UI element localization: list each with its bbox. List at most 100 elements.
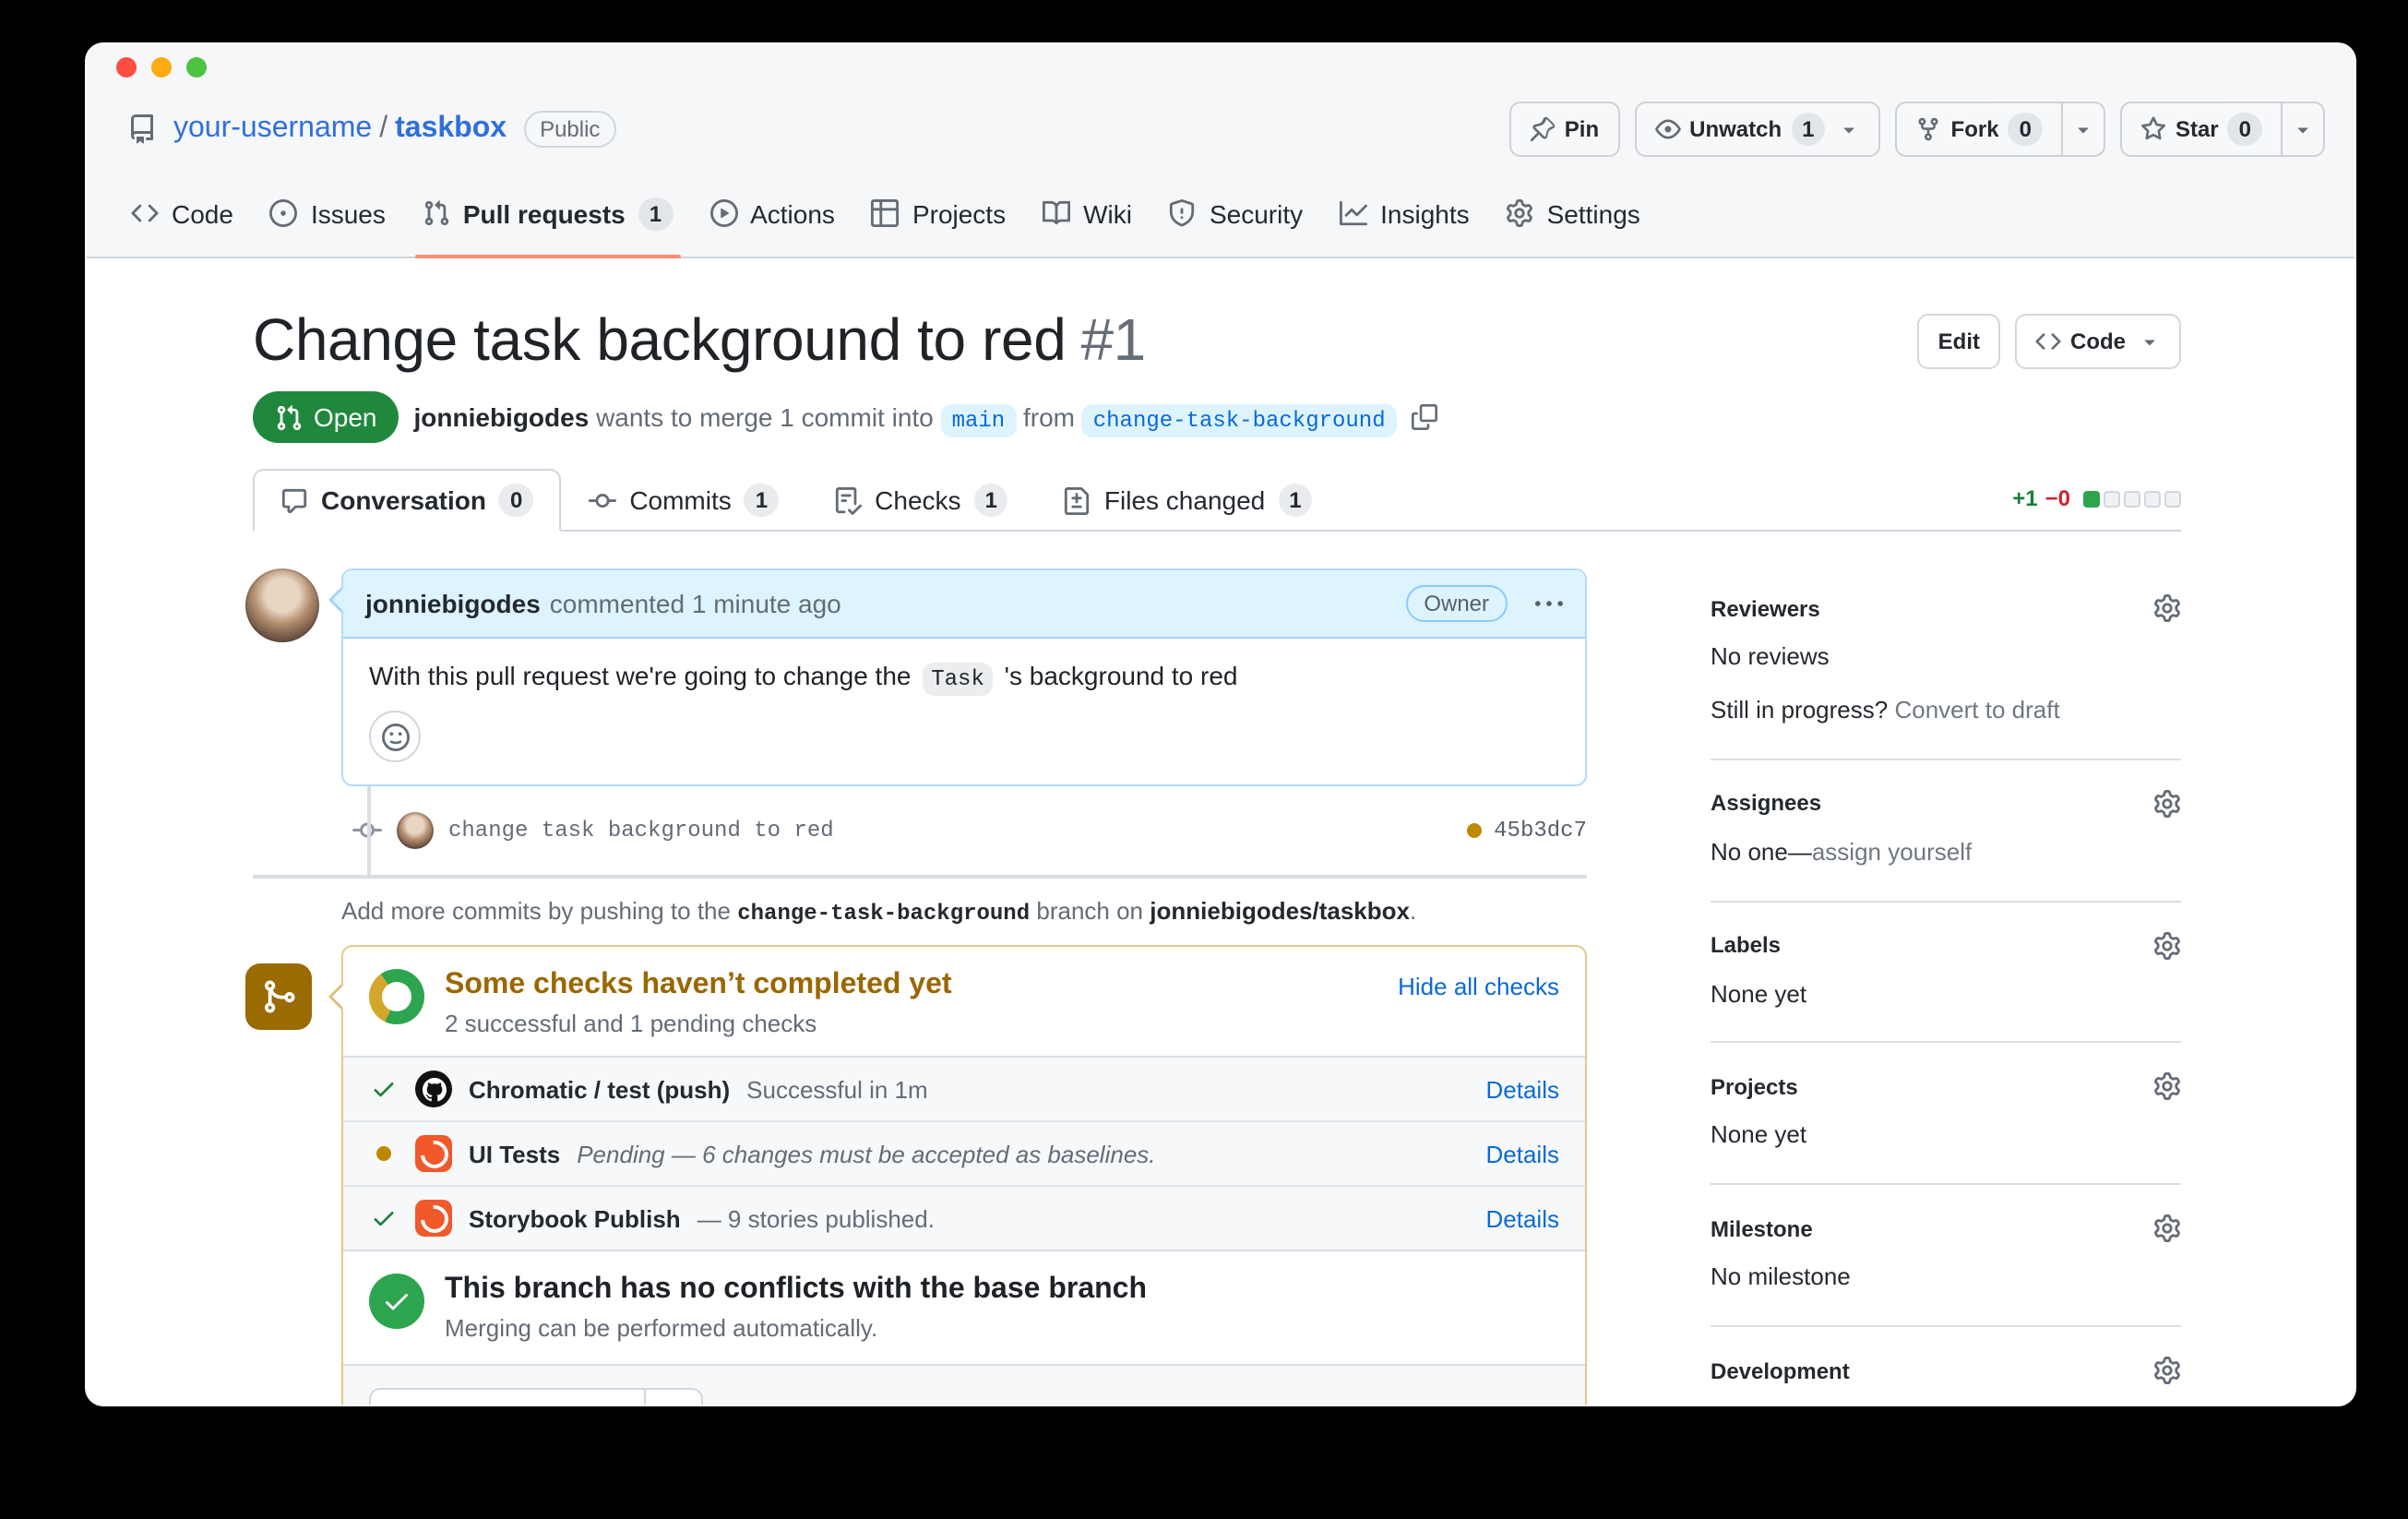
from-word: from xyxy=(1022,401,1075,431)
nav-item-projects[interactable]: Projects xyxy=(853,170,1024,257)
book-icon xyxy=(1043,199,1070,227)
tab-files-changed[interactable]: Files changed 1 xyxy=(1036,469,1341,532)
chevron-down-icon xyxy=(2139,330,2161,353)
window-zoom-button[interactable] xyxy=(186,56,207,77)
nav-item-pull-requests[interactable]: Pull requests 1 xyxy=(404,170,691,258)
nav-item-security[interactable]: Security xyxy=(1150,170,1321,257)
nav-item-issues[interactable]: Issues xyxy=(252,170,404,257)
comment-timestamp: commented 1 minute ago xyxy=(549,589,841,618)
commit-icon xyxy=(589,486,616,514)
nav-item-insights[interactable]: Insights xyxy=(1321,170,1488,257)
timeline-line xyxy=(367,779,371,875)
star-button[interactable]: Star 0 xyxy=(2119,102,2281,157)
gear-icon[interactable] xyxy=(2153,594,2181,622)
gear-icon[interactable] xyxy=(2153,1073,2181,1101)
checks-title: Some checks haven’t completed yet xyxy=(445,969,952,1000)
diffstat-block xyxy=(2164,490,2181,507)
check-name: Chromatic / test (push) xyxy=(469,1075,731,1103)
repo-full-name: jonniebigodes/taskbox xyxy=(1150,897,1410,925)
chromatic-icon xyxy=(415,1135,452,1172)
window-close-button[interactable] xyxy=(116,56,137,77)
copy-icon[interactable] xyxy=(1412,404,1437,430)
tab-label: Checks xyxy=(875,485,961,515)
repo-header: your-username / taskbox Public Pin Unwatch… xyxy=(87,89,2354,170)
kebab-menu-icon[interactable] xyxy=(1535,590,1563,617)
pr-author-link[interactable]: jonniebigodes xyxy=(414,401,590,431)
sidebar-section-assignees: Assignees No one—assign yourself xyxy=(1711,760,2181,903)
sidebar-section-development: Development Successfully merging this pu… xyxy=(1711,1327,2181,1406)
pending-status-dot[interactable] xyxy=(1466,823,1482,838)
additions-count: +1 xyxy=(2012,485,2038,511)
edit-button[interactable]: Edit xyxy=(1917,314,2000,369)
repo-owner-link[interactable]: your-username xyxy=(173,113,372,144)
nav-item-settings[interactable]: Settings xyxy=(1488,170,1659,257)
nav-label: Pull requests xyxy=(462,198,626,228)
assign-yourself-link[interactable]: assign yourself xyxy=(1812,837,1972,865)
code-dropdown-button[interactable]: Code xyxy=(2015,314,2181,369)
nav-item-code[interactable]: Code xyxy=(113,170,252,257)
merge-options-button[interactable] xyxy=(646,1388,703,1405)
check-name: Storybook Publish xyxy=(469,1204,681,1232)
sidebar-section-milestone: Milestone No milestone xyxy=(1711,1185,2181,1328)
gear-icon[interactable] xyxy=(2153,789,2181,817)
fork-button[interactable]: Fork 0 xyxy=(1895,102,2061,157)
fork-label: Fork xyxy=(1950,116,1999,142)
star-label: Star xyxy=(2175,116,2219,142)
progress-question: Still in progress? xyxy=(1711,695,1889,724)
nav-item-actions[interactable]: Actions xyxy=(691,170,853,257)
window-titlebar[interactable] xyxy=(87,44,2354,89)
sidebar-section-projects: Projects None yet xyxy=(1711,1044,2181,1186)
add-reaction-button[interactable] xyxy=(369,711,421,762)
comment-body: With this pull request we're going to ch… xyxy=(343,639,1585,784)
nav-label: Wiki xyxy=(1083,198,1132,228)
head-branch-label[interactable]: change-task-background xyxy=(1081,403,1397,437)
commit-sha-link[interactable]: 45b3dc7 xyxy=(1494,818,1587,843)
window-minimize-button[interactable] xyxy=(151,56,172,77)
gear-icon[interactable] xyxy=(2153,1214,2181,1242)
comment-author-link[interactable]: jonniebigodes xyxy=(365,589,541,618)
play-icon xyxy=(709,199,737,227)
tab-commits[interactable]: Commits 1 xyxy=(561,469,806,532)
nav-label: Issues xyxy=(310,198,386,228)
repo-name-link[interactable]: taskbox xyxy=(395,113,507,144)
check-circle-icon xyxy=(369,1274,424,1329)
base-branch-label[interactable]: main xyxy=(940,403,1017,437)
avatar[interactable] xyxy=(397,812,434,849)
nav-label: Code xyxy=(172,198,233,228)
tab-checks[interactable]: Checks 1 xyxy=(806,469,1036,532)
merge-pull-request-button[interactable] xyxy=(369,1388,646,1405)
issue-icon xyxy=(270,199,298,227)
details-link[interactable]: Details xyxy=(1486,1204,1560,1232)
deletions-count: −0 xyxy=(2044,485,2070,511)
pr-state-badge: Open xyxy=(253,391,399,443)
tab-conversation[interactable]: Conversation 0 xyxy=(253,469,562,532)
checks-subtitle: 2 successful and 1 pending checks xyxy=(445,1010,817,1037)
pull-request-icon xyxy=(423,199,450,227)
pull-request-icon xyxy=(275,403,303,431)
watch-button[interactable]: Unwatch 1 xyxy=(1634,102,1881,157)
convert-to-draft-link[interactable]: Convert to draft xyxy=(1894,696,2059,724)
github-actions-icon xyxy=(415,1070,452,1107)
section-title: Labels xyxy=(1711,932,1782,959)
nav-item-wiki[interactable]: Wiki xyxy=(1024,170,1150,257)
pin-button[interactable]: Pin xyxy=(1508,102,1620,157)
gear-icon[interactable] xyxy=(2153,1357,2181,1384)
details-link[interactable]: Details xyxy=(1486,1140,1560,1167)
fork-dropdown-button[interactable] xyxy=(2060,102,2105,157)
star-dropdown-button[interactable] xyxy=(2281,102,2325,157)
owner-badge: Owner xyxy=(1405,585,1508,622)
fork-icon xyxy=(1916,116,1942,142)
commit-message-link[interactable]: change task background to red xyxy=(448,818,834,843)
hide-all-checks-link[interactable]: Hide all checks xyxy=(1398,965,1559,1000)
star-count: 0 xyxy=(2227,113,2262,146)
pr-meta: Open jonniebigodes wants to merge 1 comm… xyxy=(253,391,2181,443)
diffstat-block xyxy=(2104,490,2120,507)
avatar[interactable] xyxy=(245,568,319,642)
page-title: Change task background to red #1 xyxy=(253,303,1146,377)
chevron-down-icon xyxy=(2292,118,2314,140)
gear-icon[interactable] xyxy=(2153,931,2181,959)
discussion-timeline: jonniebigodes commented 1 minute ago Own… xyxy=(245,568,1587,1405)
merge-actions-footer xyxy=(343,1364,1585,1405)
push-note: Add more commits by pushing to the chang… xyxy=(341,897,1587,927)
details-link[interactable]: Details xyxy=(1486,1075,1560,1103)
